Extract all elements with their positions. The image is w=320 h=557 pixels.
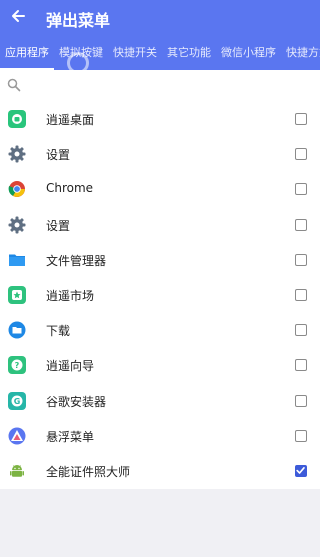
list-item[interactable]: G 谷歌安装器 <box>0 383 320 418</box>
settings-gear-icon <box>8 216 26 234</box>
app-checkbox[interactable] <box>295 253 307 266</box>
list-item[interactable]: 逍遥市场 <box>0 277 320 312</box>
page-title: 弹出菜单 <box>46 11 111 30</box>
list-item[interactable]: 文件管理器 <box>0 242 320 277</box>
app-label: Chrome <box>46 181 94 196</box>
app-label: 全能证件照大师 <box>46 464 131 479</box>
tab-other-functions[interactable]: 其它功能 <box>162 38 216 70</box>
market-icon <box>8 285 26 304</box>
folder-icon <box>9 254 25 266</box>
tab-wechat-miniprograms[interactable]: 微信小程序 <box>216 38 281 70</box>
arrow-left-icon <box>12 10 25 22</box>
app-label: 下载 <box>46 324 71 339</box>
app-checkbox[interactable] <box>295 359 307 372</box>
guide-icon: ? <box>8 356 26 375</box>
chrome-icon <box>8 181 25 198</box>
app-label: 逍遥向导 <box>46 359 95 374</box>
download-folder-icon <box>8 321 26 339</box>
list-item[interactable]: Chrome <box>0 171 320 206</box>
app-label: 逍遥市场 <box>46 288 95 303</box>
app-label: 设置 <box>46 218 71 233</box>
list-item[interactable]: 逍遥桌面 <box>0 101 320 136</box>
app-checkbox-checked[interactable] <box>295 464 307 477</box>
app-checkbox[interactable] <box>295 288 307 301</box>
list-item[interactable]: ? 逍遥向导 <box>0 347 320 382</box>
app-checkbox[interactable] <box>295 394 307 407</box>
checkmark-icon <box>296 466 305 474</box>
list-item[interactable]: 设置 <box>0 136 320 171</box>
app-list-panel: 逍遥桌面 设置 Chrome 设置 文件管理器 逍遥市场 下载 ? 逍遥向导 G… <box>0 70 320 489</box>
tab-apps[interactable]: 应用程序 <box>0 38 54 70</box>
search-bar <box>0 70 320 101</box>
list-item[interactable]: 设置 <box>0 207 320 242</box>
xiaoyao-desktop-icon <box>8 110 26 128</box>
android-icon <box>10 464 24 477</box>
svg-text:G: G <box>14 397 21 406</box>
app-label: 逍遥桌面 <box>46 113 95 127</box>
tab-quick-switches[interactable]: 快捷开关 <box>108 38 162 70</box>
app-checkbox[interactable] <box>295 324 307 337</box>
floating-menu-icon <box>8 427 26 445</box>
back-button[interactable] <box>4 2 32 30</box>
app-checkbox[interactable] <box>295 218 307 231</box>
app-label: 谷歌安装器 <box>46 394 107 409</box>
list-item[interactable]: 悬浮菜单 <box>0 418 320 453</box>
settings-gear-icon <box>8 145 26 163</box>
search-input[interactable] <box>28 74 308 96</box>
app-checkbox[interactable] <box>295 429 307 442</box>
list-item[interactable]: 全能证件照大师 <box>0 453 320 488</box>
app-label: 文件管理器 <box>46 253 107 268</box>
tab-bar: 应用程序 模拟按键 快捷开关 其它功能 微信小程序 快捷方式 <box>0 38 320 70</box>
tab-simulate-keys[interactable]: 模拟按键 <box>54 38 108 70</box>
list-item[interactable]: 下载 <box>0 312 320 347</box>
google-installer-icon: G <box>8 391 26 410</box>
app-label: 设置 <box>46 148 71 163</box>
app-label: 悬浮菜单 <box>46 429 95 444</box>
app-checkbox[interactable] <box>295 183 307 196</box>
search-icon <box>7 78 21 92</box>
app-checkbox[interactable] <box>295 113 307 125</box>
appbar: 弹出菜单 <box>0 0 320 38</box>
app-header: 弹出菜单 应用程序 模拟按键 快捷开关 其它功能 微信小程序 快捷方式 <box>0 0 320 70</box>
tab-shortcuts[interactable]: 快捷方式 <box>281 38 320 70</box>
svg-text:?: ? <box>15 361 20 370</box>
app-checkbox[interactable] <box>295 148 307 161</box>
